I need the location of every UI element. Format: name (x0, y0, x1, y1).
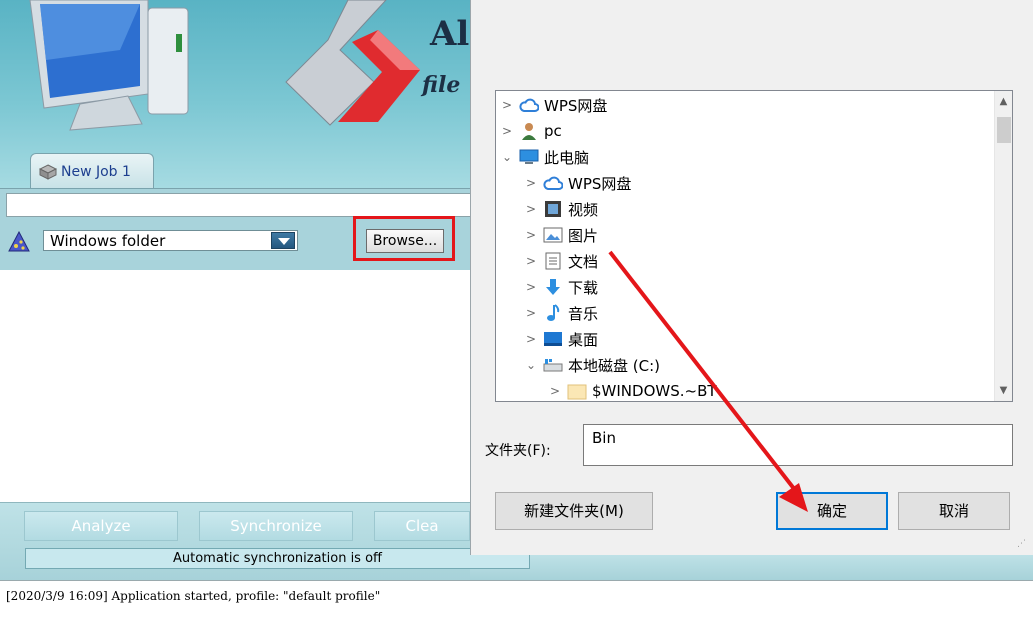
folder-field-label: 文件夹(F): (485, 443, 551, 459)
computer-icon (518, 147, 540, 167)
tree-item-label: 下载 (568, 278, 599, 297)
tree-item-label: WPS网盘 (544, 96, 608, 115)
chevron-right-icon[interactable]: > (524, 280, 538, 294)
tree-item-label: 此电脑 (544, 148, 590, 167)
brand-subtitle: file (422, 72, 461, 98)
document-icon (542, 251, 564, 271)
desktop-icon (542, 329, 564, 349)
music-icon (542, 303, 564, 323)
brand-title: Al (430, 14, 470, 54)
download-icon (542, 277, 564, 297)
tree-item-label: 视频 (568, 200, 599, 219)
tree-item[interactable]: > WPS网盘 (500, 92, 607, 118)
tree-item[interactable]: > 桌面 (524, 326, 598, 352)
video-icon (542, 199, 564, 219)
cancel-button[interactable]: 取消 (898, 492, 1010, 530)
ok-button[interactable]: 确定 (776, 492, 888, 530)
package-icon (39, 163, 57, 180)
user-icon (518, 121, 540, 141)
cloud-icon (518, 95, 540, 115)
clear-button[interactable]: Clea (374, 511, 470, 541)
folder-type-value: Windows folder (50, 232, 166, 250)
new-folder-button[interactable]: 新建文件夹(M) (495, 492, 653, 530)
tab-new-job-1[interactable]: New Job 1 (30, 153, 154, 188)
chevron-right-icon[interactable]: > (524, 332, 538, 346)
resize-grip-icon[interactable]: ⋰ (1017, 539, 1029, 551)
tab-label: New Job 1 (61, 163, 131, 180)
app-logo-icon (285, 0, 420, 126)
tree-item[interactable]: > 视频 (524, 196, 598, 222)
chevron-right-icon[interactable]: > (524, 202, 538, 216)
auto-sync-status: Automatic synchronization is off (25, 548, 530, 569)
tree-item[interactable]: > 图片 (524, 222, 598, 248)
browse-button[interactable]: Browse... (366, 229, 444, 253)
chevron-right-icon[interactable]: > (500, 98, 514, 112)
tree-item[interactable]: > 文档 (524, 248, 598, 274)
folder-type-select[interactable]: Windows folder (43, 230, 298, 251)
chevron-right-icon[interactable]: > (524, 176, 538, 190)
tree-item-label: 桌面 (568, 330, 599, 349)
chevron-down-icon[interactable] (271, 232, 295, 249)
log-line: [2020/3/9 16:09] Application started, pr… (6, 589, 381, 603)
log-panel: [2020/3/9 16:09] Application started, pr… (0, 580, 1033, 620)
synchronize-button[interactable]: Synchronize (199, 511, 353, 541)
tree-item[interactable]: > WPS网盘 (524, 170, 631, 196)
chevron-right-icon[interactable]: > (524, 254, 538, 268)
chevron-right-icon[interactable]: > (548, 384, 562, 398)
tree-item[interactable]: > pc (500, 118, 562, 144)
path-input[interactable] (6, 193, 472, 217)
cloud-icon (542, 173, 564, 193)
app-banner: Al file New Job 1 (0, 0, 470, 188)
tree-item-label: 音乐 (568, 304, 599, 323)
action-bar-extension (470, 554, 1033, 580)
chevron-right-icon[interactable]: > (524, 306, 538, 320)
chevron-right-icon[interactable]: > (500, 124, 514, 138)
chevron-right-icon[interactable]: > (524, 228, 538, 242)
tree-item-label: $WINDOWS.~BT (592, 382, 717, 400)
folder-name-input[interactable]: Bin (583, 424, 1013, 466)
tree-item-label: 图片 (568, 226, 599, 245)
tree-item-label: 文档 (568, 252, 599, 271)
tree-item-label: 本地磁盘 (C:) (568, 356, 660, 375)
scroll-up-icon[interactable]: ▲ (995, 93, 1012, 110)
folder-tree[interactable]: > WPS网盘 > pc ⌄ 此电脑 > WPS网盘 > 视频 > 图片 > 文… (495, 90, 1013, 402)
tree-item-label: pc (544, 122, 562, 140)
tree-item[interactable]: ⌄ 本地磁盘 (C:) (524, 352, 660, 378)
content-area (0, 270, 470, 502)
tree-item-label: WPS网盘 (568, 174, 632, 193)
chevron-down-icon[interactable]: ⌄ (524, 358, 538, 372)
folder-icon (566, 381, 588, 401)
chevron-down-icon[interactable]: ⌄ (500, 150, 514, 164)
tree-item[interactable]: ⌄ 此电脑 (500, 144, 589, 170)
tree-item[interactable]: > 下载 (524, 274, 598, 300)
scroll-thumb[interactable] (997, 117, 1011, 143)
tree-item[interactable]: > $WINDOWS.~BT (548, 378, 717, 401)
computer-logo-icon (29, 0, 189, 131)
scroll-down-icon[interactable]: ▼ (995, 382, 1012, 399)
wizard-icon (8, 231, 30, 252)
tree-item[interactable]: > 音乐 (524, 300, 598, 326)
image-icon (542, 225, 564, 245)
tree-scrollbar[interactable]: ▲ ▼ (994, 91, 1012, 401)
analyze-button[interactable]: Analyze (24, 511, 178, 541)
browse-folder-dialog: > WPS网盘 > pc ⌄ 此电脑 > WPS网盘 > 视频 > 图片 > 文… (470, 0, 1033, 555)
drive-icon (542, 355, 564, 375)
